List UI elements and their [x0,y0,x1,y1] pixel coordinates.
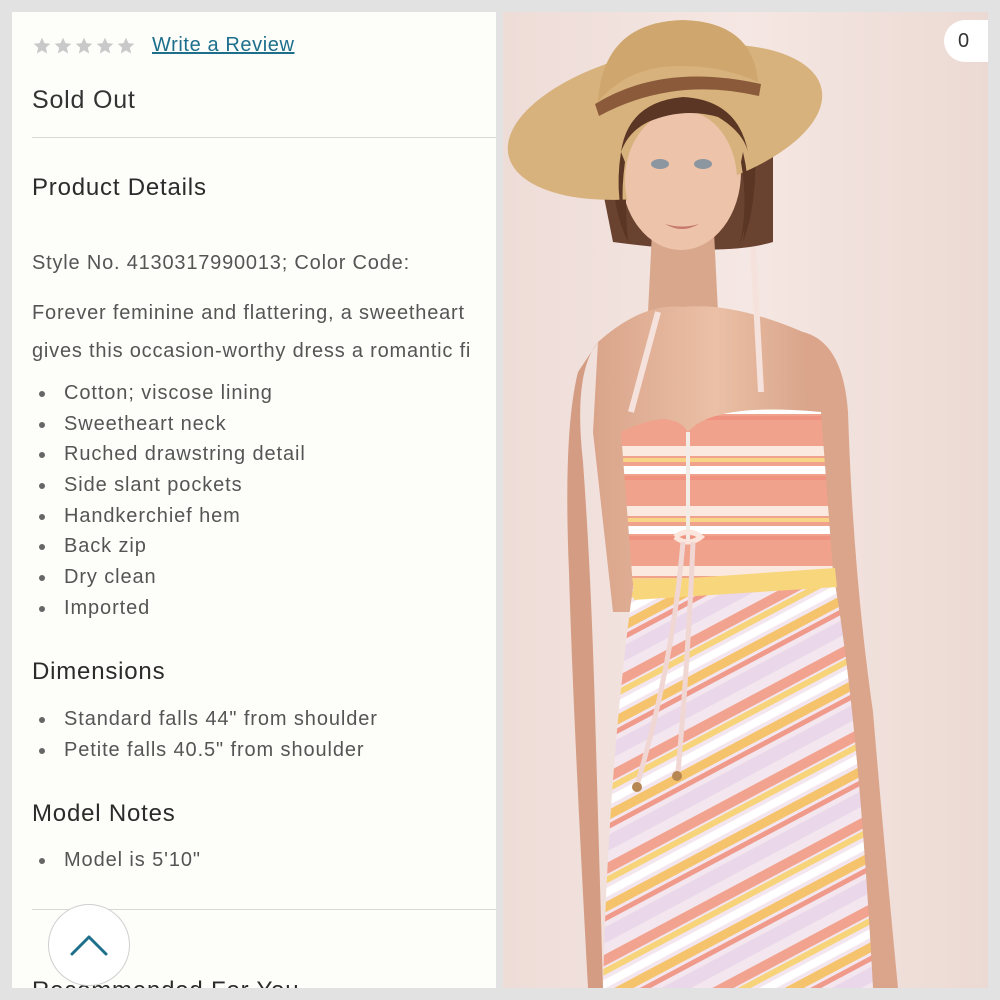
model-photo-illustration [503,12,988,988]
product-details-panel: Write a Review Sold Out Product Details … [12,12,496,988]
star-icon [116,36,136,56]
list-item: Sweetheart neck [32,409,306,440]
star-rating[interactable] [32,36,136,56]
availability-status: Sold Out [32,86,136,114]
list-item: Side slant pockets [32,470,306,501]
scroll-to-top-button[interactable] [48,904,130,986]
list-item: Imported [32,593,306,624]
product-details-heading: Product Details [32,174,207,201]
chevron-up-icon [70,935,108,956]
write-review-link[interactable]: Write a Review [152,34,295,57]
list-item: Handkerchief hem [32,501,306,532]
list-item: Dry clean [32,562,306,593]
list-item: Ruched drawstring detail [32,439,306,470]
star-icon [74,36,94,56]
product-image[interactable]: 0 [503,12,988,988]
star-icon [32,36,52,56]
model-notes-list: Model is 5'10" [32,845,201,876]
rating-row: Write a Review [32,34,295,57]
list-item: Back zip [32,531,306,562]
list-item: Model is 5'10" [32,845,201,876]
image-counter-badge[interactable]: 0 [944,20,988,62]
star-icon [95,36,115,56]
list-item: Standard falls 44" from shoulder [32,704,378,735]
divider [32,137,496,138]
star-icon [53,36,73,56]
product-features-list: Cotton; viscose lining Sweetheart neck R… [32,378,306,624]
page-frame: Write a Review Sold Out Product Details … [0,0,1000,1000]
style-number: Style No. 4130317990013; Color Code: [32,252,410,274]
description-line: gives this occasion-worthy dress a roman… [32,340,472,362]
dimensions-list: Standard falls 44" from shoulder Petite … [32,704,378,765]
list-item: Cotton; viscose lining [32,378,306,409]
list-item: Petite falls 40.5" from shoulder [32,735,378,766]
model-notes-heading: Model Notes [32,800,176,827]
product-description: Forever feminine and flattering, a sweet… [32,294,496,370]
dimensions-heading: Dimensions [32,658,166,685]
description-line: Forever feminine and flattering, a sweet… [32,302,465,324]
